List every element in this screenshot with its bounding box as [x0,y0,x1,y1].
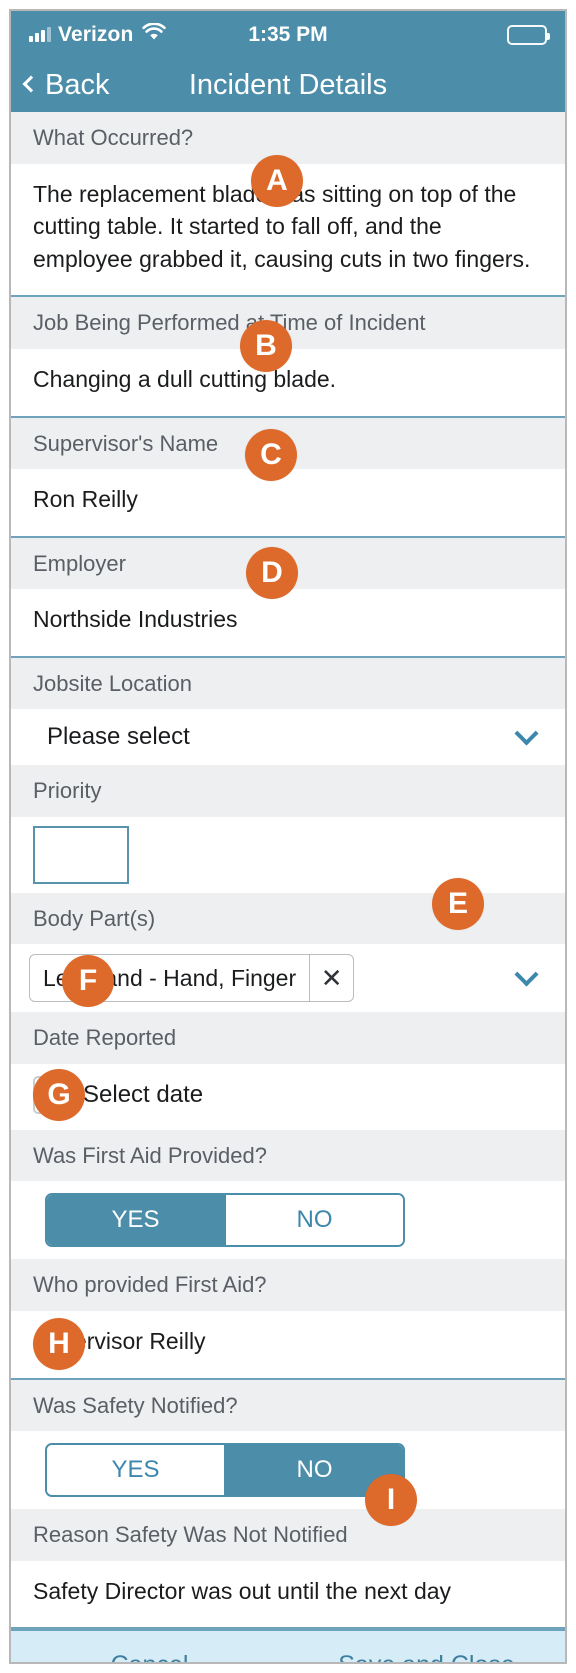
input-who-provided-first-aid[interactable]: Supervisor Reilly [11,1310,565,1380]
label-priority: Priority [11,765,565,817]
form-footer: Cancel Save and Close [11,1629,565,1662]
toggle-row-safety-notified: YES NO [11,1431,565,1510]
toggle-safety-notified[interactable]: YES NO [45,1443,405,1498]
wifi-icon [142,22,167,46]
chevron-down-icon[interactable] [514,962,539,987]
annotation-badge-b: B [240,320,292,372]
device-screen: Verizon 1:35 PM Back Incident Details Wh… [9,9,567,1664]
toggle-row-first-aid: YES NO [11,1181,565,1260]
toggle-first-aid-provided[interactable]: YES NO [45,1193,405,1248]
annotation-badge-a: A [251,155,303,207]
priority-field-row [11,816,565,893]
input-priority[interactable] [33,825,129,884]
annotation-badge-e: E [432,878,484,930]
date-reported-value: Select date [83,1080,204,1108]
input-date-reported[interactable]: Select date [11,1063,565,1130]
annotation-badge-f: F [62,955,114,1007]
annotation-badge-h: H [33,1318,85,1370]
annotation-badge-d: D [246,547,298,599]
select-jobsite-location[interactable]: Please select [11,709,565,766]
status-bar: Verizon 1:35 PM [11,11,565,58]
label-jobsite-location: Jobsite Location [11,657,565,710]
carrier-label: Verizon [58,22,134,46]
label-what-occurred: What Occurred? [11,112,565,164]
status-bar-right [507,24,550,45]
annotation-badge-c: C [245,429,297,481]
battery-icon [507,24,550,45]
label-who-provided-first-aid: Who provided First Aid? [11,1259,565,1311]
input-supervisor-name[interactable]: Ron Reilly [11,469,565,538]
phone-screenshot: Verizon 1:35 PM Back Incident Details Wh… [0,0,576,1673]
label-first-aid-provided: Was First Aid Provided? [11,1129,565,1182]
first-aid-no-option[interactable]: NO [224,1195,403,1246]
cancel-button[interactable]: Cancel [11,1651,288,1662]
chevron-down-icon [514,721,539,746]
label-safety-notified: Was Safety Notified? [11,1379,565,1432]
save-and-close-button[interactable]: Save and Close [288,1651,565,1662]
input-employer[interactable]: Northside Industries [11,589,565,658]
input-reason-not-notified[interactable]: Safety Director was out until the next d… [11,1560,565,1630]
jobsite-location-value: Please select [47,723,190,751]
safety-notified-yes-option[interactable]: YES [47,1445,224,1496]
back-button-label: Back [45,68,110,101]
navigation-bar: Back Incident Details [11,58,565,112]
close-icon[interactable]: ✕ [309,955,353,1002]
annotation-badge-g: G [33,1069,85,1121]
chevron-left-icon [22,75,40,93]
signal-bars-icon [29,27,51,42]
status-bar-left: Verizon [29,22,167,47]
back-button[interactable]: Back [22,68,110,102]
label-reason-not-notified: Reason Safety Was Not Notified [11,1509,565,1561]
label-date-reported: Date Reported [11,1012,565,1064]
first-aid-yes-option[interactable]: YES [47,1195,224,1246]
annotation-badge-i: I [365,1474,417,1526]
